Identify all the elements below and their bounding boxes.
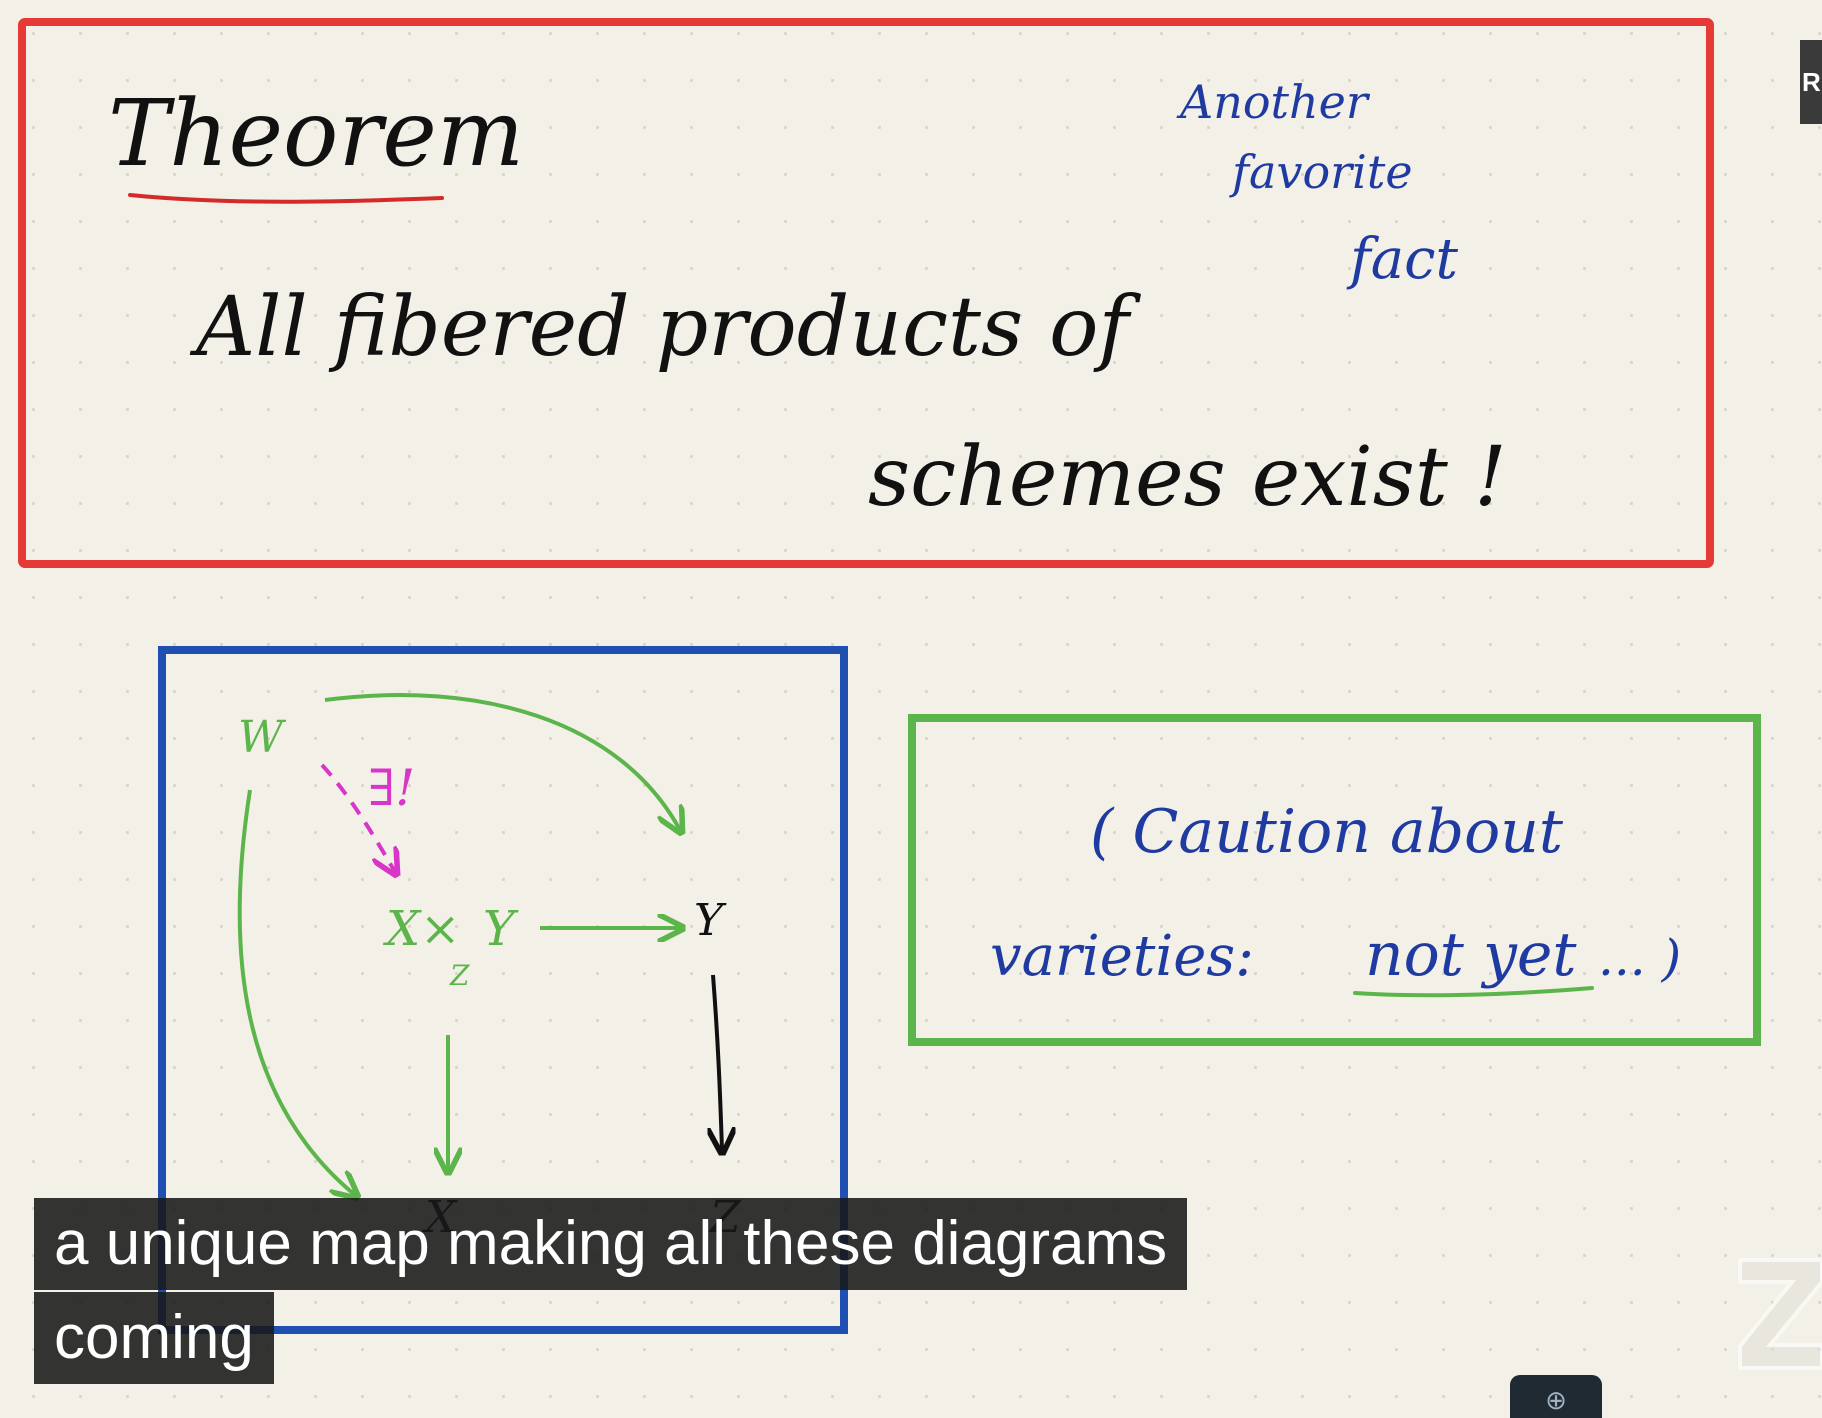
theorem-statement-line-2: schemes exist ! [868, 430, 1507, 525]
zoom-in-button[interactable]: ⊕ [1510, 1375, 1602, 1418]
caution-line-2-emphasis: not yet [1365, 920, 1577, 990]
margin-note-line-3: fact [1346, 227, 1458, 292]
diagram-exists-unique: ∃! [368, 759, 415, 817]
diagram-arrow-w-to-x [237, 789, 355, 1195]
caution-line-1: ( Caution about [1090, 797, 1564, 867]
caution-box: ( Caution about varieties: not yet ... ) [908, 714, 1761, 1046]
caution-line-2-suffix: ... ) [1598, 929, 1681, 987]
side-panel-tab[interactable]: R [1800, 40, 1822, 124]
margin-note-line-1: Another [1176, 75, 1371, 129]
zoom-watermark-logo [1738, 1258, 1822, 1370]
diagram-node-y: Y [694, 895, 727, 946]
zoom-in-icon: ⊕ [1545, 1386, 1567, 1416]
caution-line-2-prefix: varieties: [990, 924, 1254, 989]
theorem-heading-underline [128, 193, 444, 204]
diagram-node-fiber-product-subscript: Z [449, 959, 470, 992]
theorem-statement-line-1: All fibered products of [189, 280, 1141, 375]
margin-note-line-2: favorite [1229, 145, 1413, 199]
theorem-heading: Theorem [108, 80, 524, 187]
diagram-node-fiber-product: X× [382, 901, 460, 957]
diagram-node-fiber-product-y: Y [483, 901, 519, 957]
caution-box-border [908, 714, 1761, 1046]
diagram-arrow-y-to-z [713, 974, 722, 1150]
subtitle-line-2: coming [34, 1292, 274, 1384]
subtitle-line-1: a unique map making all these diagrams [34, 1198, 1188, 1290]
theorem-box: Theorem All fibered products of schemes … [18, 18, 1714, 568]
diagram-node-w: W [238, 712, 287, 763]
